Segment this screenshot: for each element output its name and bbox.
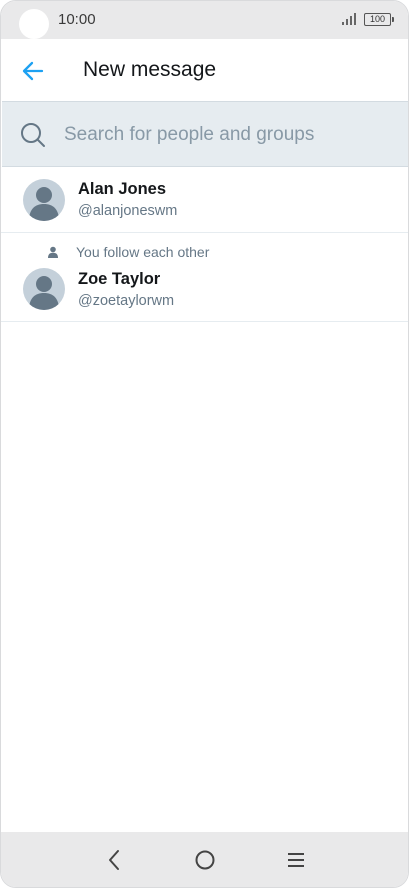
arrow-left-icon	[22, 61, 44, 81]
back-button[interactable]	[19, 57, 47, 85]
camera-cutout	[19, 9, 49, 39]
search-input[interactable]	[64, 116, 394, 154]
person-icon	[48, 246, 58, 258]
default-avatar-icon	[29, 187, 59, 221]
nav-home-button[interactable]	[191, 846, 219, 874]
contact-handle: @alanjoneswm	[78, 203, 178, 219]
nav-menu-button[interactable]	[282, 846, 310, 874]
signal-icon	[342, 13, 356, 25]
phone-screen: 10:00 100 New message Search for people …	[0, 0, 409, 888]
status-time: 10:00	[58, 11, 96, 28]
back-icon	[109, 850, 119, 870]
search-bar[interactable]	[2, 101, 408, 167]
contact-name: Zoe Taylor	[78, 270, 161, 288]
default-avatar-icon	[29, 276, 59, 310]
contact-handle: @zoetaylorwm	[78, 293, 175, 309]
avatar	[23, 179, 65, 221]
contact-list: Alan Jones @alanjoneswm You follow each …	[1, 167, 408, 322]
menu-icon	[288, 853, 304, 867]
avatar	[23, 268, 65, 310]
contact-row-alan-jones[interactable]: Alan Jones @alanjoneswm	[1, 167, 408, 233]
header: New message	[1, 39, 408, 101]
status-bar: 10:00 100	[1, 1, 408, 39]
contact-name: Alan Jones	[78, 180, 167, 198]
search-icon	[21, 123, 45, 147]
nav-back-button[interactable]	[100, 846, 128, 874]
social-context-label: You follow each other	[76, 244, 210, 260]
home-icon	[195, 850, 215, 870]
social-context: You follow each other	[47, 244, 209, 260]
system-nav-bar	[1, 832, 408, 887]
battery-icon: 100	[364, 13, 394, 26]
page-title: New message	[83, 58, 217, 81]
contact-row-zoe-taylor[interactable]: You follow each other Zoe Taylor @zoetay…	[1, 233, 408, 322]
